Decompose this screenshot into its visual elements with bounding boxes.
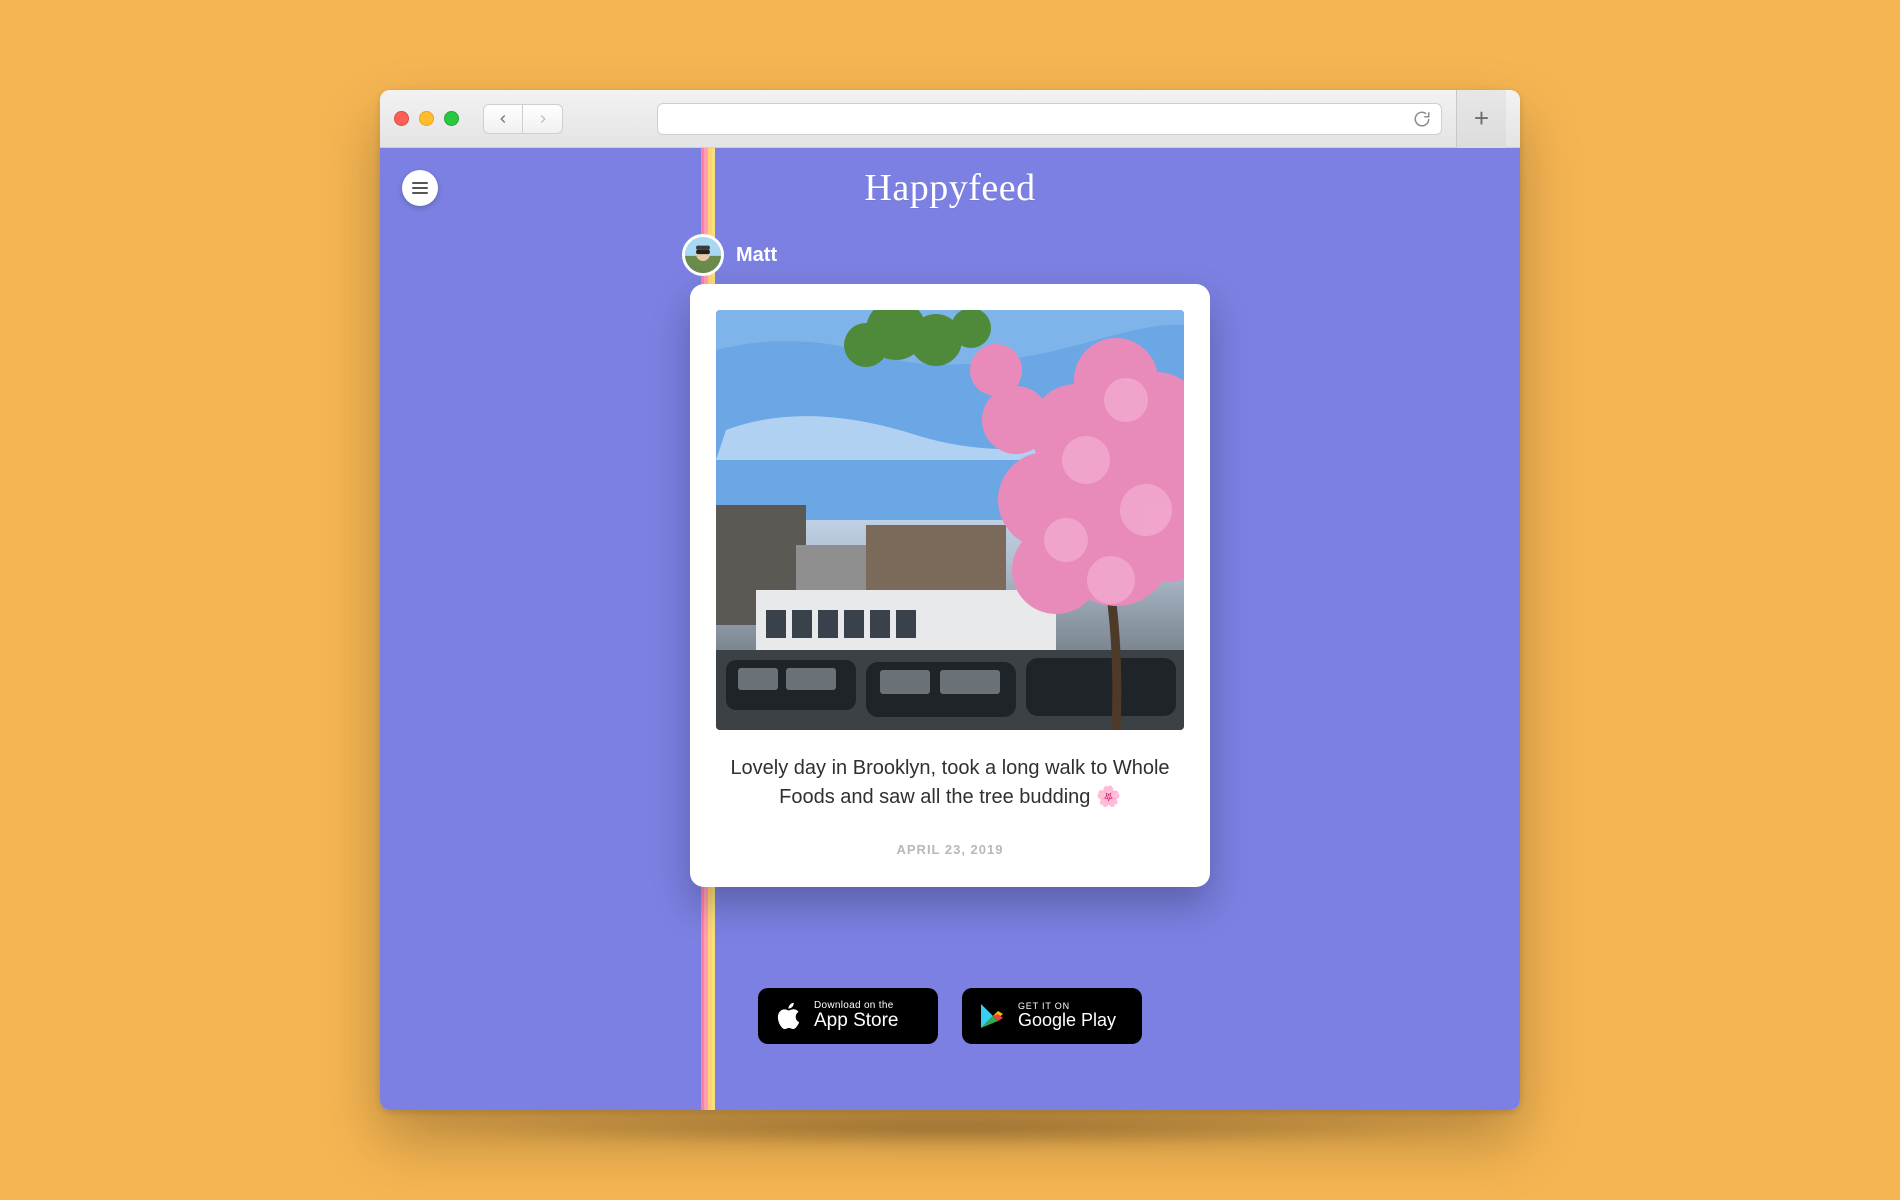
avatar[interactable]: [682, 234, 724, 276]
post-photo[interactable]: [716, 310, 1184, 730]
minimize-window-button[interactable]: [419, 111, 434, 126]
app-store-badge[interactable]: Download on the App Store: [758, 988, 938, 1044]
new-tab-button[interactable]: +: [1456, 90, 1506, 148]
close-window-button[interactable]: [394, 111, 409, 126]
app-viewport: Happyfeed Matt: [380, 148, 1520, 1110]
window-shadow: [410, 1108, 1490, 1148]
username-label: Matt: [736, 244, 777, 267]
traffic-lights: [394, 111, 459, 126]
play-store-badge[interactable]: GET IT ON Google Play: [962, 988, 1142, 1044]
google-play-icon: [978, 1003, 1006, 1029]
hamburger-menu-button[interactable]: [402, 170, 438, 206]
forward-button[interactable]: [523, 104, 563, 134]
back-button[interactable]: [483, 104, 523, 134]
app-logo: Happyfeed: [864, 166, 1035, 210]
browser-toolbar: +: [380, 90, 1520, 148]
browser-window: + Happyfeed Matt: [380, 90, 1520, 1110]
avatar-image: [685, 237, 721, 273]
nav-buttons: [483, 104, 563, 134]
chevron-right-icon: [536, 112, 550, 126]
post-date: APRIL 23, 2019: [716, 842, 1184, 857]
refresh-icon[interactable]: [1413, 110, 1431, 128]
post-caption: Lovely day in Brooklyn, took a long walk…: [716, 754, 1184, 812]
apple-icon: [774, 1002, 802, 1030]
address-bar[interactable]: [657, 103, 1442, 135]
zoom-window-button[interactable]: [444, 111, 459, 126]
chevron-left-icon: [496, 112, 510, 126]
app-store-big-text: App Store: [814, 1011, 899, 1031]
hamburger-icon: [412, 187, 428, 189]
store-badges: Download on the App Store GET IT ON Goog…: [758, 988, 1142, 1044]
play-store-big-text: Google Play: [1018, 1011, 1116, 1030]
post-card: Lovely day in Brooklyn, took a long walk…: [690, 284, 1210, 887]
profile-header: Matt: [682, 234, 777, 276]
